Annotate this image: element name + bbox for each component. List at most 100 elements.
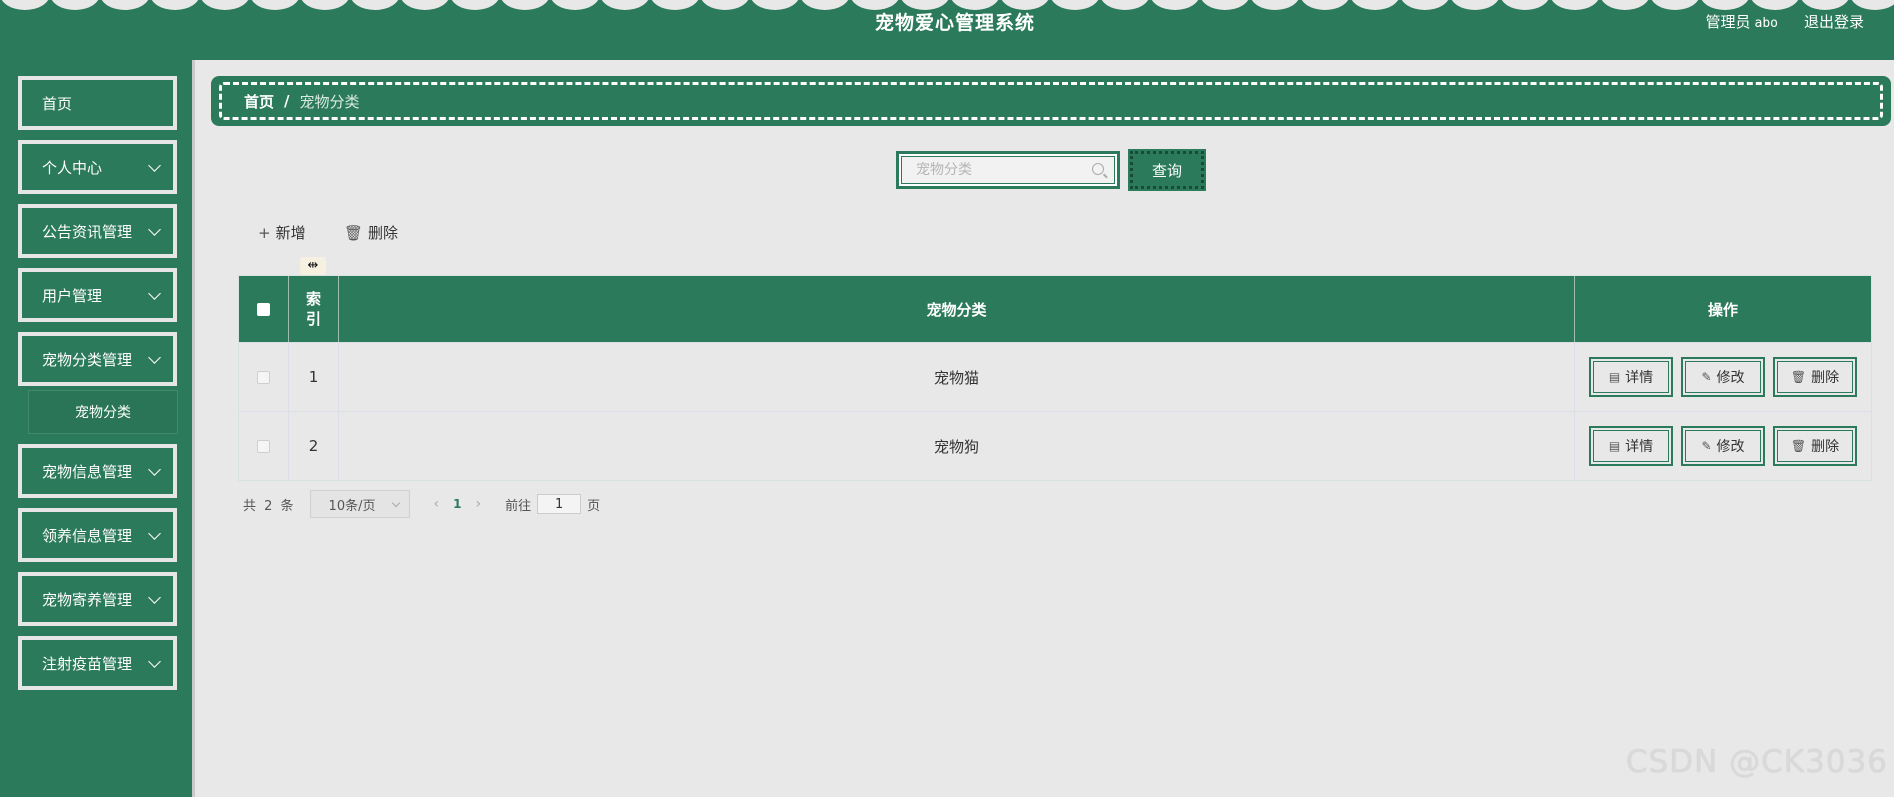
sidebar-item-label: 个人中心	[42, 158, 103, 177]
header-index: 索引	[289, 276, 339, 342]
page-size-value: 10条/页	[328, 498, 376, 514]
delete-label: 删除	[1811, 370, 1840, 386]
sidebar-item-label: 宠物信息管理	[42, 462, 133, 481]
sidebar-item-label: 领养信息管理	[42, 526, 133, 545]
row-checkbox[interactable]	[257, 439, 270, 453]
app-title: 宠物爱心管理系统	[874, 12, 1035, 34]
add-button[interactable]: + 新增	[258, 222, 306, 243]
chevron-down-icon	[391, 498, 400, 508]
row-pet-category: 宠物猫	[339, 343, 1575, 411]
edit-label: 修改	[1716, 439, 1745, 455]
bulk-delete-label: 删除	[368, 224, 399, 242]
sidebar-item-vaccine[interactable]: 注射疫苗管理	[18, 636, 177, 690]
row-operations: ▤ 详情 ✎ 修改 🗑 删除	[1575, 412, 1871, 480]
detail-button[interactable]: ▤ 详情	[1589, 357, 1673, 397]
row-checkbox[interactable]	[257, 370, 270, 384]
sidebar-item-personal-center[interactable]: 个人中心	[18, 140, 177, 194]
pencil-icon: ✎	[1701, 370, 1712, 384]
watermark: CSDN @CK3036	[1625, 744, 1888, 780]
trash-icon: 🗑	[1790, 439, 1807, 453]
header-pet-category: 宠物分类	[339, 276, 1575, 342]
sidebar-item-label: 公告资讯管理	[42, 222, 133, 241]
logout-button[interactable]: 退出登录	[1804, 11, 1864, 32]
table-row: 2 宠物狗 ▤ 详情 ✎ 修改 🗑 删除	[239, 411, 1871, 480]
chevron-down-icon	[148, 527, 161, 540]
chevron-down-icon	[148, 591, 161, 604]
breadcrumb-separator: /	[284, 92, 290, 110]
add-button-label: 新增	[275, 224, 306, 242]
document-icon: ▤	[1608, 439, 1621, 453]
header-check-cell	[239, 276, 289, 342]
page-number[interactable]: 1	[453, 497, 461, 511]
goto-page-input[interactable]	[537, 494, 582, 514]
row-index: 2	[289, 412, 339, 480]
sidebar-item-foster[interactable]: 宠物寄养管理	[18, 572, 177, 626]
chevron-down-icon	[148, 655, 161, 668]
pagination: 共 2 条 10条/页 ‹ 1 › 前往 页	[243, 490, 600, 518]
detail-button[interactable]: ▤ 详情	[1589, 426, 1673, 466]
search-input[interactable]	[902, 157, 1082, 183]
chevron-down-icon	[148, 287, 161, 300]
edit-button[interactable]: ✎ 修改	[1681, 357, 1765, 397]
trash-icon: 🗑	[344, 223, 364, 242]
sidebar-item-label: 宠物分类管理	[42, 350, 133, 369]
pencil-icon: ✎	[1701, 439, 1712, 453]
search-field-inner	[901, 156, 1115, 184]
table-row: 1 宠物猫 ▤ 详情 ✎ 修改 🗑 删除	[239, 342, 1871, 411]
header-index-line1: 索	[305, 290, 321, 308]
bulk-delete-button[interactable]: 🗑 删除	[344, 222, 398, 243]
breadcrumb-current: 宠物分类	[299, 92, 360, 111]
prev-page-button[interactable]: ‹	[434, 496, 440, 512]
current-user: 管理员 abo	[1706, 11, 1779, 32]
user-name: abo	[1754, 16, 1778, 31]
breadcrumb-home[interactable]: 首页	[244, 91, 274, 112]
delete-label: 删除	[1811, 439, 1840, 455]
detail-label: 详情	[1625, 439, 1654, 455]
sidebar-item-announcements[interactable]: 公告资讯管理	[18, 204, 177, 258]
search-field	[896, 151, 1120, 189]
edit-button[interactable]: ✎ 修改	[1681, 426, 1765, 466]
sidebar-subitem-pet-category[interactable]: 宠物分类	[28, 390, 178, 434]
sidebar-item-pet-info[interactable]: 宠物信息管理	[18, 444, 177, 498]
trash-icon: 🗑	[1790, 370, 1807, 384]
detail-label: 详情	[1625, 370, 1654, 386]
row-check-cell	[239, 412, 289, 480]
pagination-total: 共 2 条	[243, 498, 296, 514]
next-page-button[interactable]: ›	[476, 496, 482, 512]
goto-suffix: 页	[587, 498, 601, 514]
goto-prefix: 前往	[505, 498, 532, 514]
header-index-line2: 引	[305, 310, 321, 328]
user-role: 管理员	[1705, 13, 1751, 31]
chevron-down-icon	[148, 223, 161, 236]
chevron-down-icon	[148, 463, 161, 476]
row-operations: ▤ 详情 ✎ 修改 🗑 删除	[1575, 343, 1871, 411]
breadcrumb-frame: 首页 / 宠物分类	[219, 82, 1883, 120]
sidebar: 首页 个人中心 公告资讯管理 用户管理 宠物分类管理 宠物分类 宠物信息管理 领…	[0, 60, 195, 797]
document-icon: ▤	[1608, 370, 1621, 384]
chevron-down-icon	[148, 159, 161, 172]
page-size-select[interactable]: 10条/页	[309, 490, 410, 518]
header-operations: 操作	[1707, 300, 1738, 319]
sidebar-item-home[interactable]: 首页	[18, 76, 177, 130]
sidebar-item-label: 用户管理	[42, 286, 103, 305]
chevron-down-icon	[148, 351, 161, 364]
row-check-cell	[239, 343, 289, 411]
sidebar-item-pet-category[interactable]: 宠物分类管理	[18, 332, 177, 386]
app-header: 宠物爱心管理系统 管理员 abo 退出登录	[0, 0, 1894, 60]
row-index: 1	[289, 343, 339, 411]
search-icon	[1092, 163, 1104, 175]
sidebar-item-label: 首页	[42, 94, 73, 113]
sidebar-item-adoption[interactable]: 领养信息管理	[18, 508, 177, 562]
sidebar-item-users[interactable]: 用户管理	[18, 268, 177, 322]
select-all-checkbox[interactable]	[257, 302, 270, 316]
query-button[interactable]: 查询	[1128, 149, 1206, 191]
delete-button[interactable]: 🗑 删除	[1773, 426, 1857, 466]
column-resize-cursor-icon: ⇹	[300, 257, 326, 275]
plus-icon: +	[258, 223, 271, 242]
pet-category-table: 索引 宠物分类 操作 1 宠物猫 ▤ 详情 ✎ 修改 🗑 删除 2 宠物狗 ▤ 详情 ✎…	[238, 275, 1872, 481]
sidebar-item-label: 注射疫苗管理	[42, 654, 133, 673]
delete-button[interactable]: 🗑 删除	[1773, 357, 1857, 397]
sidebar-item-label: 宠物寄养管理	[42, 590, 133, 609]
breadcrumb: 首页 / 宠物分类	[211, 76, 1891, 126]
row-pet-category: 宠物狗	[339, 412, 1575, 480]
